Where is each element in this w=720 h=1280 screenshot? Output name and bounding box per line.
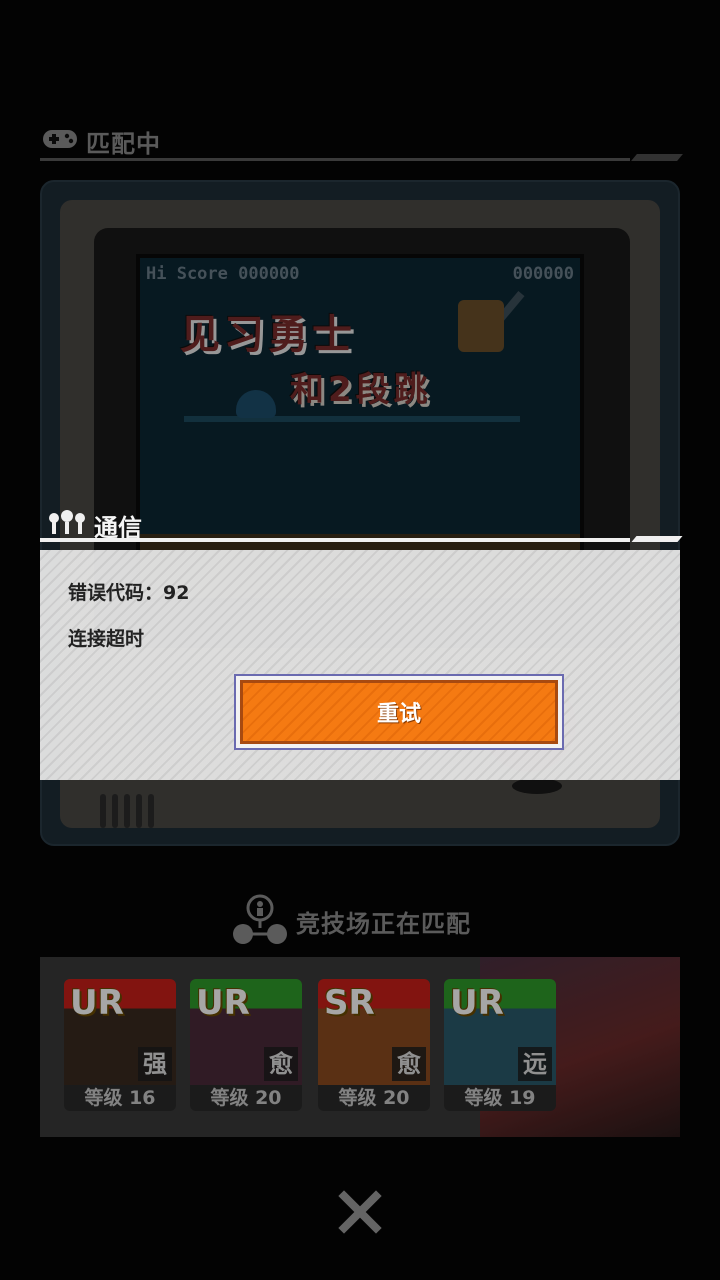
divider-accent <box>631 536 683 542</box>
error-dialog: 错误代码：92 连接超时 重试 <box>40 550 680 780</box>
communication-icon <box>49 510 85 534</box>
retry-button-label: 重试 <box>240 680 558 744</box>
retry-button[interactable]: 重试 <box>234 674 564 750</box>
error-message: 连接超时 <box>68 628 145 650</box>
error-code: 错误代码：92 <box>68 582 190 604</box>
dialog-header: 通信 <box>40 506 683 546</box>
divider <box>40 538 630 542</box>
